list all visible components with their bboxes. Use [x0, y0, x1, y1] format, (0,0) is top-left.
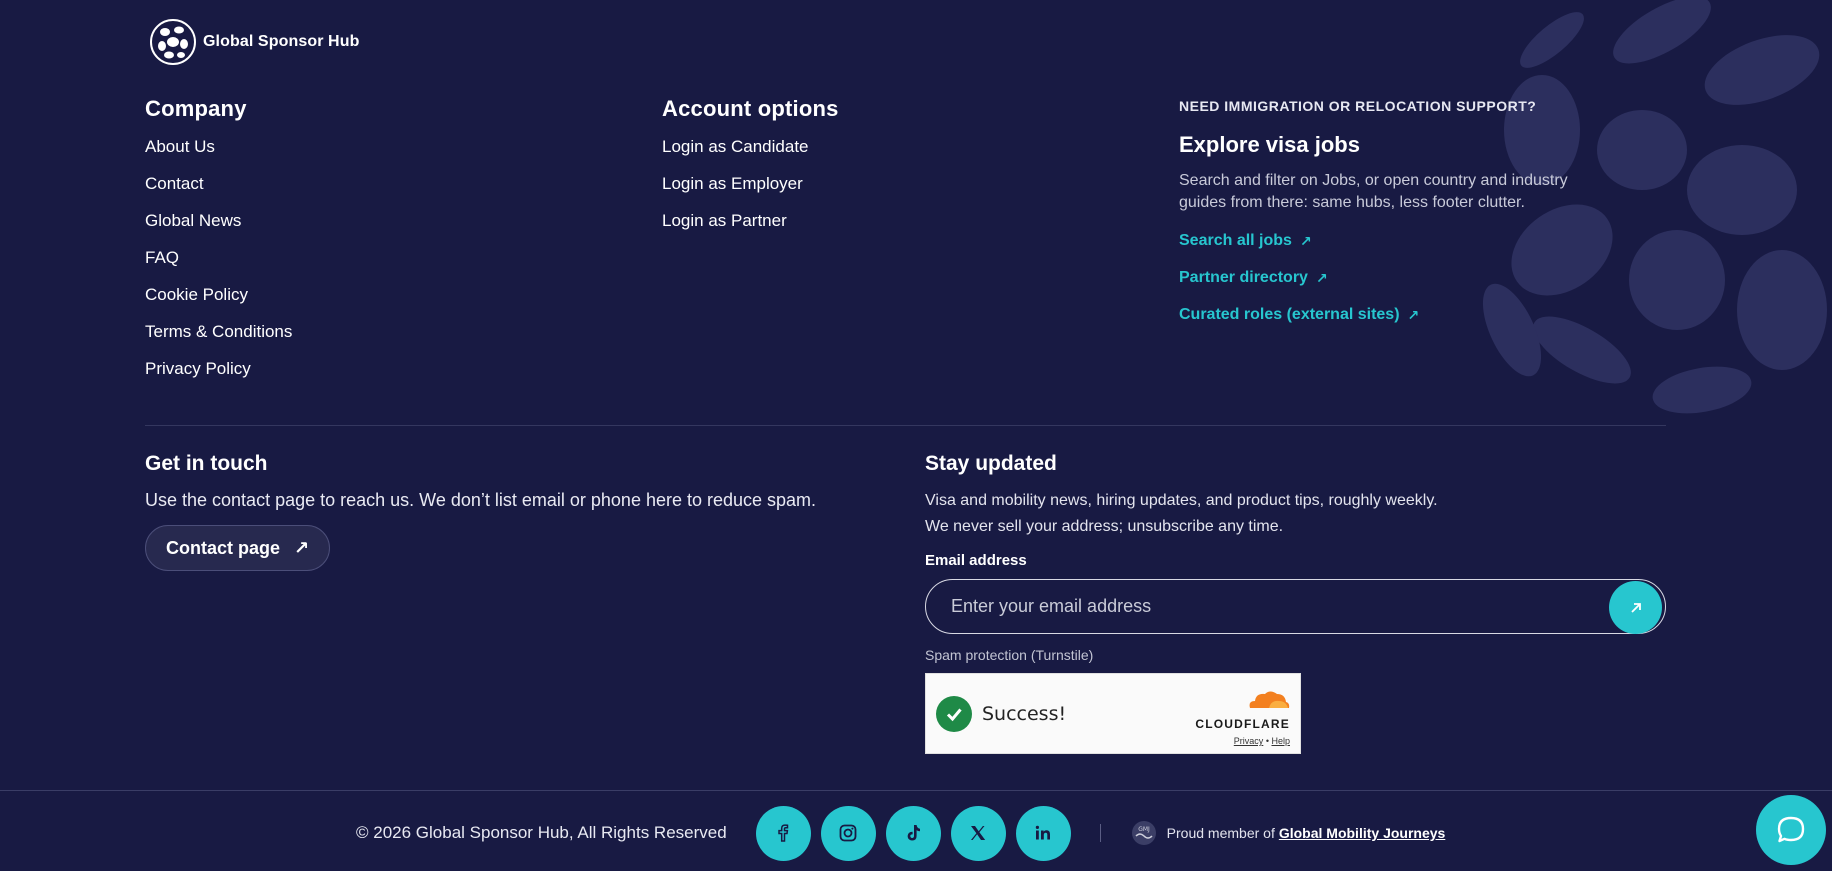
email-input[interactable] [926, 596, 1566, 617]
chat-button[interactable] [1756, 795, 1826, 865]
email-label: Email address [925, 552, 1027, 569]
gmj-logo-text: GMJ [1138, 826, 1150, 833]
login-partner-link[interactable]: Login as Partner [662, 210, 839, 247]
footer-link-cookie[interactable]: Cookie Policy [145, 284, 292, 321]
contact-page-button[interactable]: Contact page ↗ [145, 525, 331, 571]
visa-heading: Explore visa jobs [1179, 132, 1360, 157]
turnstile-privacy-link[interactable]: Privacy [1234, 736, 1264, 746]
login-candidate-link[interactable]: Login as Candidate [662, 136, 839, 173]
facebook-icon[interactable] [755, 805, 811, 861]
visa-kicker: NEED IMMIGRATION OR RELOCATION SUPPORT? [1179, 98, 1537, 114]
checkmark-icon [936, 695, 972, 732]
link-label: Curated roles (external sites) [1179, 306, 1400, 323]
x-icon[interactable] [950, 805, 1006, 861]
membership-badge: GMJ Proud member of Global Mobility Jour… [1131, 820, 1445, 846]
updates-text: Visa and mobility news, hiring updates, … [925, 492, 1438, 509]
search-all-jobs-link[interactable]: Search all jobs ↗ [1179, 232, 1579, 269]
footer-link-about[interactable]: About Us [145, 136, 292, 173]
social-links [755, 805, 1071, 861]
member-prefix: Proud member of [1166, 825, 1275, 841]
footer-separator [1099, 824, 1101, 842]
footer-link-faq[interactable]: FAQ [145, 247, 292, 284]
brand-name: Global Sponsor Hub [203, 33, 360, 50]
company-column: Company About Us Contact Global News FAQ… [145, 96, 292, 395]
cloudflare-branding: CLOUDFLARE Privacy • Help [1195, 688, 1290, 746]
spam-protection-label: Spam protection (Turnstile) [925, 647, 1094, 663]
email-field-wrapper [925, 579, 1666, 634]
link-label: Partner directory [1179, 269, 1308, 286]
cloudflare-cloud-icon [1249, 691, 1290, 708]
arrow-up-right-icon: ↗ [294, 537, 310, 558]
turnstile-status: Success! [982, 702, 1067, 725]
tiktok-icon[interactable] [885, 805, 941, 861]
instagram-icon[interactable] [820, 805, 876, 861]
footer-link-privacy[interactable]: Privacy Policy [145, 358, 292, 395]
copyright-text: © 2026 Global Sponsor Hub, All Rights Re… [356, 823, 727, 842]
link-label: Search all jobs [1179, 232, 1292, 249]
brand-logo[interactable]: Global Sponsor Hub [149, 18, 359, 66]
touch-text: Use the contact page to reach us. We don… [145, 490, 817, 510]
updates-heading: Stay updated [925, 452, 1057, 475]
footer-bar: © 2026 Global Sponsor Hub, All Rights Re… [356, 804, 1445, 862]
stay-updated-section: Stay updated Visa and mobility news, hir… [925, 452, 1666, 754]
curated-roles-link[interactable]: Curated roles (external sites) ↗ [1179, 306, 1579, 343]
cloudflare-wordmark: CLOUDFLARE [1195, 717, 1290, 731]
gmj-logo-icon: GMJ [1131, 821, 1156, 845]
turnstile-widget[interactable]: Success! CLOUDFLARE Privacy • Help [925, 673, 1301, 754]
arrow-up-right-icon: ↗ [1299, 233, 1312, 249]
footer-link-contact[interactable]: Contact [145, 173, 292, 210]
visa-column: NEED IMMIGRATION OR RELOCATION SUPPORT? … [1179, 98, 1579, 343]
updates-privacy-text: We never sell your address; unsubscribe … [925, 518, 1284, 535]
section-divider [145, 425, 1666, 426]
account-heading: Account options [662, 96, 839, 121]
account-column: Account options Login as Candidate Login… [662, 96, 839, 247]
gmj-link[interactable]: Global Mobility Journeys [1279, 825, 1445, 841]
contact-button-label: Contact page [166, 537, 281, 558]
footer-link-terms[interactable]: Terms & Conditions [145, 321, 292, 358]
arrow-up-right-icon [1630, 602, 1641, 613]
login-employer-link[interactable]: Login as Employer [662, 173, 839, 210]
arrow-up-right-icon: ↗ [1315, 270, 1328, 286]
arrow-up-right-icon: ↗ [1407, 307, 1420, 323]
footer-link-news[interactable]: Global News [145, 210, 292, 247]
links-separator: • [1265, 736, 1269, 746]
company-heading: Company [145, 96, 247, 121]
turnstile-help-link[interactable]: Help [1271, 736, 1290, 746]
get-in-touch-section: Get in touch Use the contact page to rea… [145, 452, 816, 571]
visa-description: Search and filter on Jobs, or open count… [1179, 172, 1568, 211]
footer-divider [0, 790, 1832, 791]
partner-directory-link[interactable]: Partner directory ↗ [1179, 269, 1579, 306]
globe-pattern-logo-icon [150, 19, 196, 65]
linkedin-icon[interactable] [1015, 805, 1071, 861]
subscribe-submit-button[interactable] [1609, 581, 1662, 634]
touch-heading: Get in touch [145, 452, 268, 475]
chat-bubble-icon [1777, 816, 1805, 843]
